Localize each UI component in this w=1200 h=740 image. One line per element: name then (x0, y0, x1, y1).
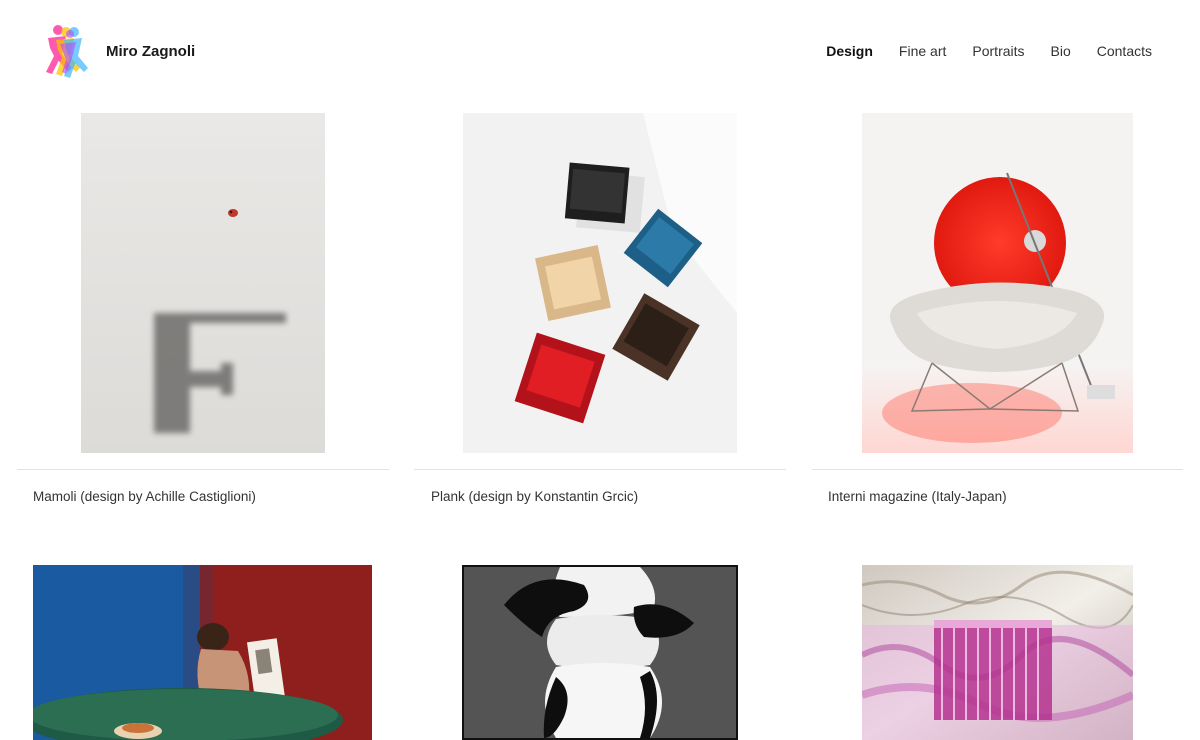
gallery-caption[interactable]: Mamoli (design by Achille Castiglioni) (33, 489, 256, 504)
gallery-image-5[interactable] (462, 565, 738, 740)
divider (414, 469, 786, 470)
nav-design[interactable]: Design (826, 43, 873, 59)
nav-contacts[interactable]: Contacts (1097, 43, 1152, 59)
nav-bio[interactable]: Bio (1051, 43, 1071, 59)
nav-fine-art[interactable]: Fine art (899, 43, 946, 59)
main-nav: Design Fine art Portraits Bio Contacts (826, 43, 1152, 59)
site-header: Miro Zagnoli Design Fine art Portraits B… (0, 0, 1200, 100)
gallery-image-interni[interactable] (862, 113, 1133, 453)
gallery-image-4[interactable] (33, 565, 372, 740)
gallery-image-plank[interactable] (463, 113, 737, 453)
gallery-caption[interactable]: Plank (design by Konstantin Grcic) (431, 489, 638, 504)
gallery-caption[interactable]: Interni magazine (Italy-Japan) (828, 489, 1007, 504)
logo-icon[interactable] (38, 22, 92, 82)
gallery-image-mamoli[interactable] (81, 113, 325, 453)
page: Miro Zagnoli Design Fine art Portraits B… (0, 0, 1200, 740)
nav-portraits[interactable]: Portraits (972, 43, 1024, 59)
divider (17, 469, 389, 470)
gallery-image-6[interactable] (862, 565, 1133, 740)
site-title[interactable]: Miro Zagnoli (106, 43, 195, 60)
divider (812, 469, 1183, 470)
